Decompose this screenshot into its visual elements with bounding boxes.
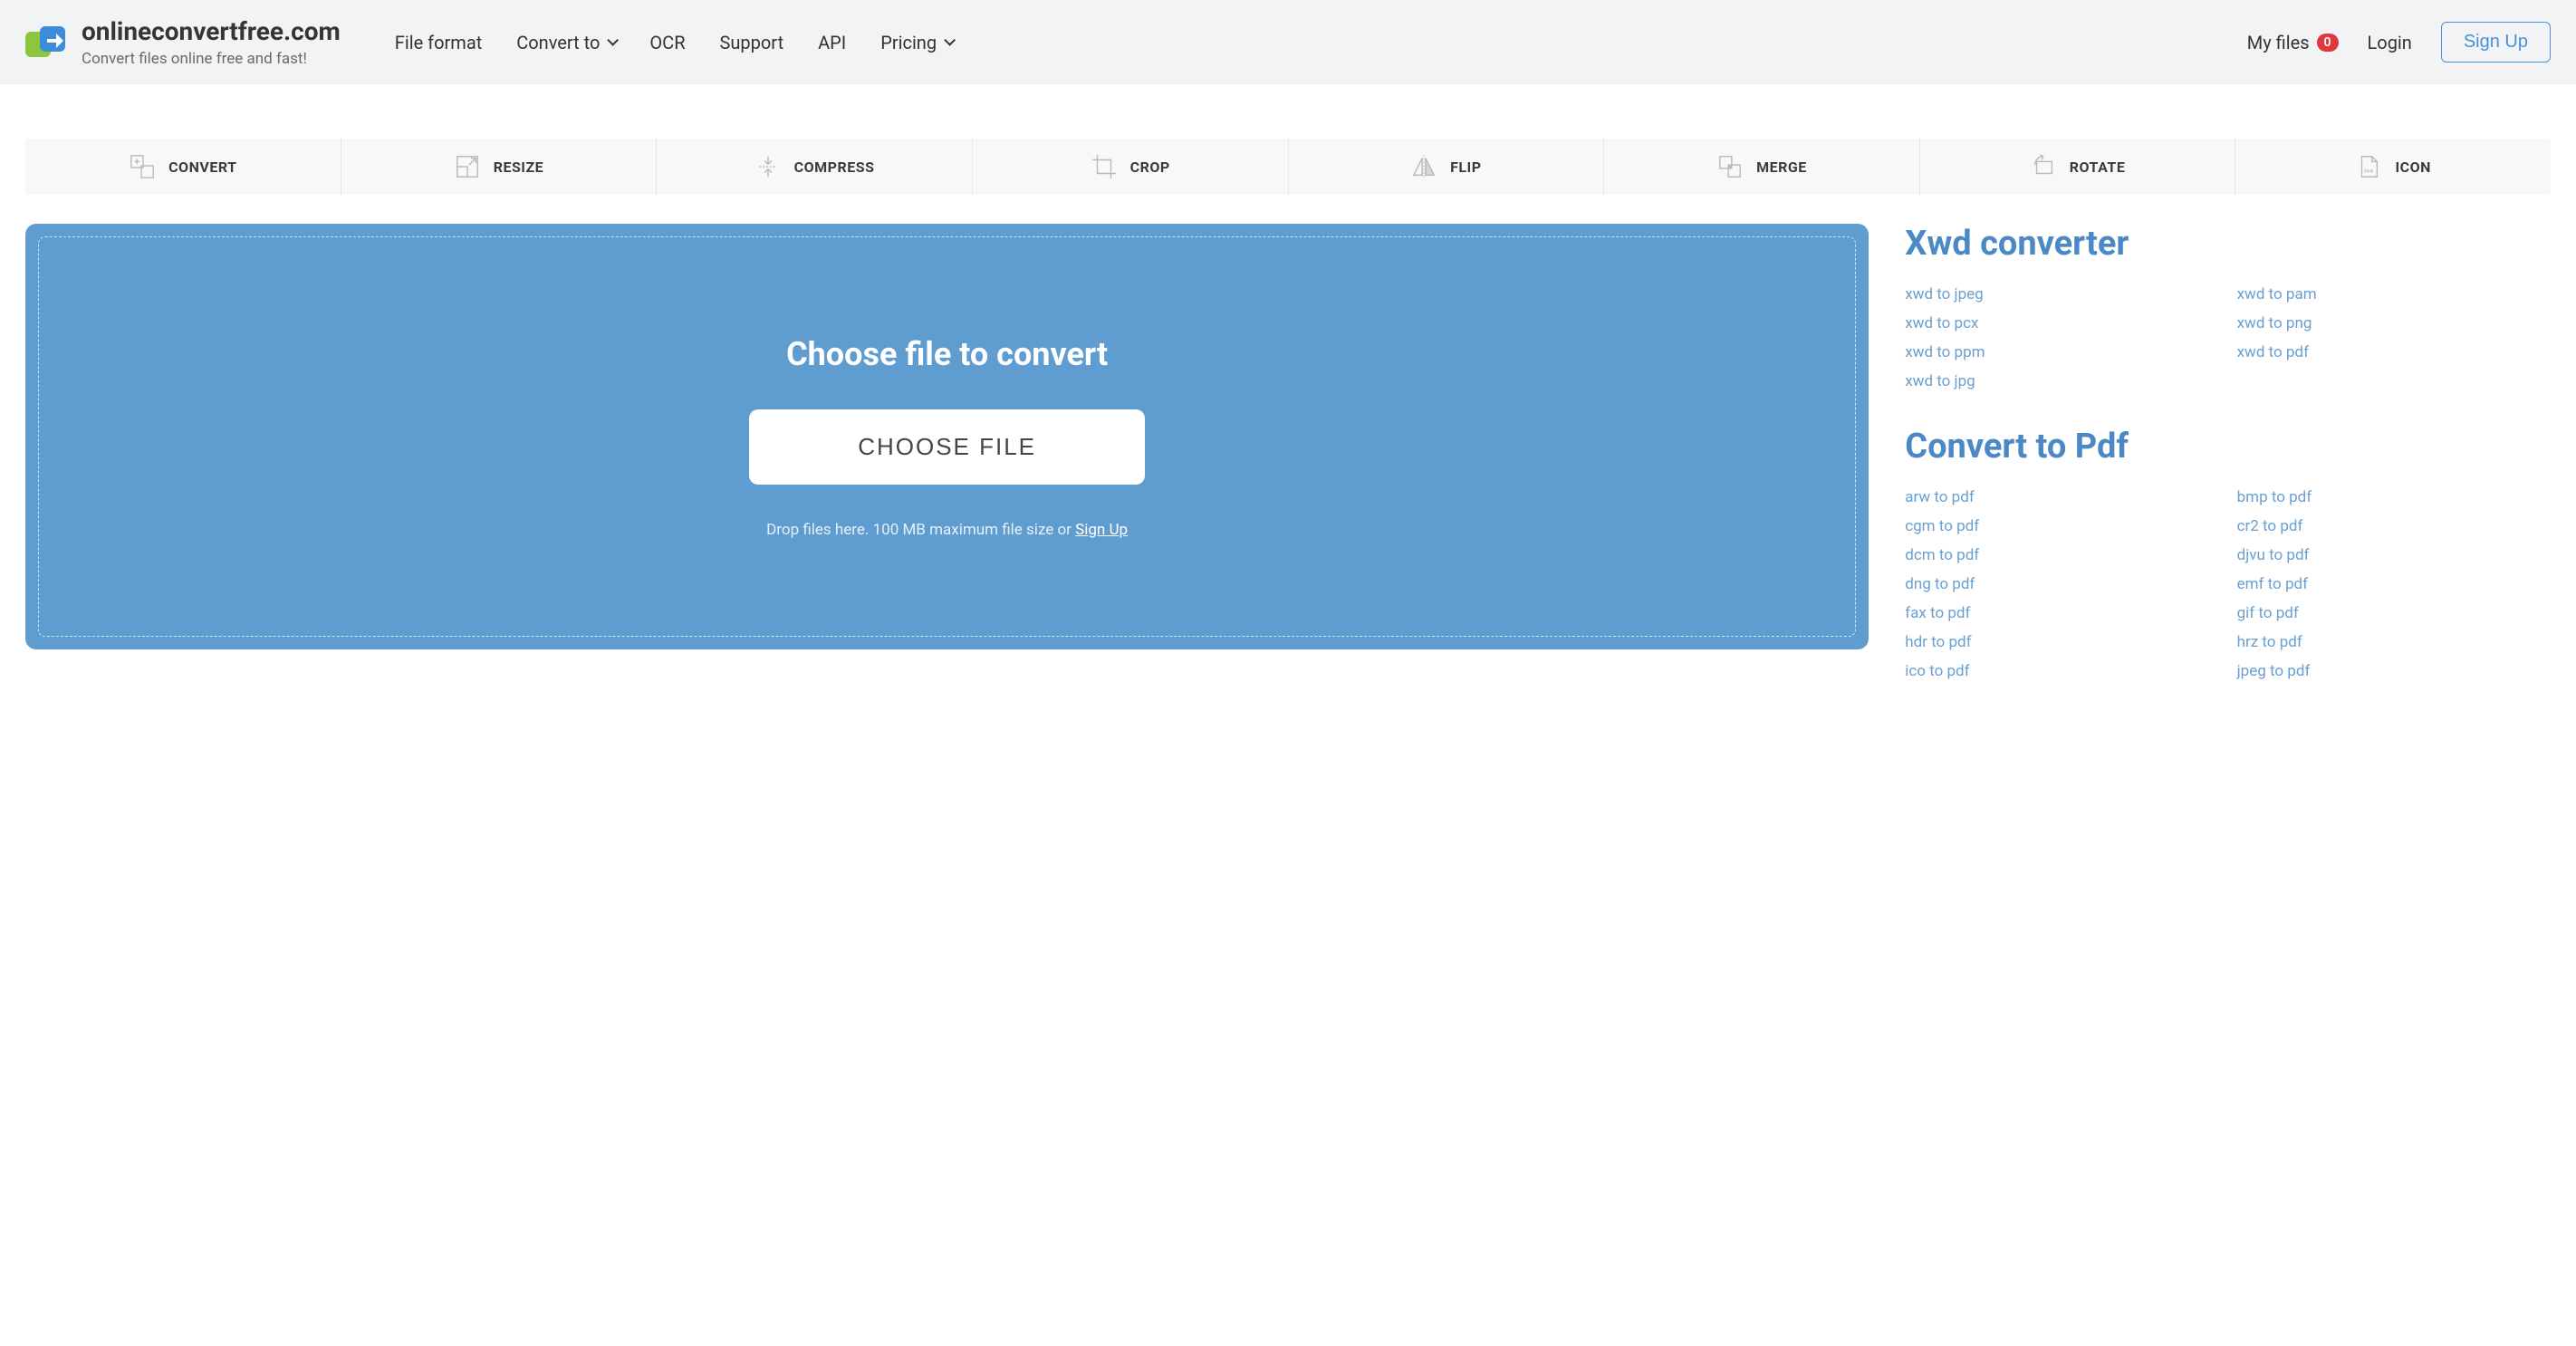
dropzone-inner: Choose file to convert CHOOSE FILE Drop … <box>38 236 1856 637</box>
tab-rotate-label: ROTATE <box>2070 159 2126 176</box>
nav-api[interactable]: API <box>818 32 846 53</box>
dropzone-hint-text: Drop files here. 100 MB maximum file siz… <box>766 521 1075 539</box>
resize-icon <box>454 153 481 180</box>
link-cgm-to-pdf[interactable]: cgm to pdf <box>1905 517 2218 535</box>
convert-icon <box>129 153 156 180</box>
dropzone-title: Choose file to convert <box>786 335 1108 373</box>
convert-to-pdf-heading: Convert to Pdf <box>1905 427 2551 466</box>
merge-icon <box>1716 153 1744 180</box>
link-fax-to-pdf[interactable]: fax to pdf <box>1905 604 2218 622</box>
link-xwd-to-pcx[interactable]: xwd to pcx <box>1905 314 2218 332</box>
xwd-converter-heading: Xwd converter <box>1905 224 2551 264</box>
tab-convert[interactable]: CONVERT <box>25 139 341 195</box>
xwd-converter-section: Xwd converter xwd to jpeg xwd to pam xwd… <box>1905 224 2551 390</box>
tool-tabs: CONVERT RESIZE COMPRESS CROP FLIP MERGE … <box>25 139 2551 195</box>
nav-convert-to-label: Convert to <box>516 32 600 53</box>
tab-icon-label: ICON <box>2395 159 2430 176</box>
tab-convert-label: CONVERT <box>168 159 236 176</box>
nav-support[interactable]: Support <box>720 32 784 53</box>
rotate-icon <box>2030 153 2057 180</box>
tab-resize[interactable]: RESIZE <box>341 139 658 195</box>
link-hdr-to-pdf[interactable]: hdr to pdf <box>1905 633 2218 651</box>
login-link[interactable]: Login <box>2368 32 2412 53</box>
my-files-link[interactable]: My files 0 <box>2247 32 2339 53</box>
link-gif-to-pdf[interactable]: gif to pdf <box>2237 604 2551 622</box>
nav-file-format[interactable]: File format <box>395 32 482 53</box>
site-tagline: Convert files online free and fast! <box>82 50 341 68</box>
tab-icon[interactable]: ico ICON <box>2235 139 2551 195</box>
link-jpeg-to-pdf[interactable]: jpeg to pdf <box>2237 662 2551 680</box>
tab-flip-label: FLIP <box>1450 159 1481 176</box>
site-title: onlineconvertfree.com <box>82 16 341 46</box>
tab-compress-label: COMPRESS <box>794 159 875 176</box>
user-nav: My files 0 Login Sign Up <box>2247 22 2551 62</box>
link-cr2-to-pdf[interactable]: cr2 to pdf <box>2237 517 2551 535</box>
link-bmp-to-pdf[interactable]: bmp to pdf <box>2237 488 2551 506</box>
tab-rotate[interactable]: ROTATE <box>1920 139 2236 195</box>
choose-file-button[interactable]: CHOOSE FILE <box>749 409 1145 485</box>
convert-to-pdf-section: Convert to Pdf arw to pdf bmp to pdf cgm… <box>1905 427 2551 680</box>
tab-crop-label: CROP <box>1130 159 1170 176</box>
link-ico-to-pdf[interactable]: ico to pdf <box>1905 662 2218 680</box>
link-xwd-to-ppm[interactable]: xwd to ppm <box>1905 343 2218 361</box>
link-xwd-to-png[interactable]: xwd to png <box>2237 314 2551 332</box>
chevron-down-icon <box>608 34 620 46</box>
signup-button[interactable]: Sign Up <box>2441 22 2551 62</box>
link-dcm-to-pdf[interactable]: dcm to pdf <box>1905 546 2218 564</box>
tab-merge[interactable]: MERGE <box>1604 139 1920 195</box>
compress-icon <box>755 153 782 180</box>
nav-pricing-label: Pricing <box>880 32 937 53</box>
tab-flip[interactable]: FLIP <box>1289 139 1605 195</box>
nav-ocr[interactable]: OCR <box>649 32 685 53</box>
link-hrz-to-pdf[interactable]: hrz to pdf <box>2237 633 2551 651</box>
link-xwd-to-pdf[interactable]: xwd to pdf <box>2237 343 2551 361</box>
svg-text:ico: ico <box>2365 168 2374 175</box>
logo-block[interactable]: onlineconvertfree.com Convert files onli… <box>25 16 341 68</box>
tab-crop[interactable]: CROP <box>973 139 1289 195</box>
dropzone-signup-link[interactable]: Sign Up <box>1075 521 1128 539</box>
dropzone-hint: Drop files here. 100 MB maximum file siz… <box>766 521 1128 539</box>
tab-compress[interactable]: COMPRESS <box>657 139 973 195</box>
link-xwd-to-jpeg[interactable]: xwd to jpeg <box>1905 285 2218 303</box>
link-dng-to-pdf[interactable]: dng to pdf <box>1905 575 2218 593</box>
file-dropzone[interactable]: Choose file to convert CHOOSE FILE Drop … <box>25 224 1869 649</box>
my-files-label: My files <box>2247 32 2310 53</box>
logo-icon <box>25 21 69 64</box>
ico-file-icon: ico <box>2355 153 2382 180</box>
main-nav: File format Convert to OCR Support API P… <box>395 32 952 53</box>
nav-pricing[interactable]: Pricing <box>880 32 952 53</box>
crop-icon <box>1091 153 1118 180</box>
my-files-badge: 0 <box>2317 34 2339 52</box>
related-links-sidebar: Xwd converter xwd to jpeg xwd to pam xwd… <box>1905 224 2551 680</box>
tab-merge-label: MERGE <box>1756 159 1807 176</box>
link-xwd-to-pam[interactable]: xwd to pam <box>2237 285 2551 303</box>
flip-icon <box>1410 153 1437 180</box>
chevron-down-icon <box>944 34 956 46</box>
nav-convert-to[interactable]: Convert to <box>516 32 615 53</box>
link-emf-to-pdf[interactable]: emf to pdf <box>2237 575 2551 593</box>
link-djvu-to-pdf[interactable]: djvu to pdf <box>2237 546 2551 564</box>
site-header: onlineconvertfree.com Convert files onli… <box>0 0 2576 84</box>
link-xwd-to-jpg[interactable]: xwd to jpg <box>1905 372 2218 390</box>
tab-resize-label: RESIZE <box>494 159 544 176</box>
link-arw-to-pdf[interactable]: arw to pdf <box>1905 488 2218 506</box>
